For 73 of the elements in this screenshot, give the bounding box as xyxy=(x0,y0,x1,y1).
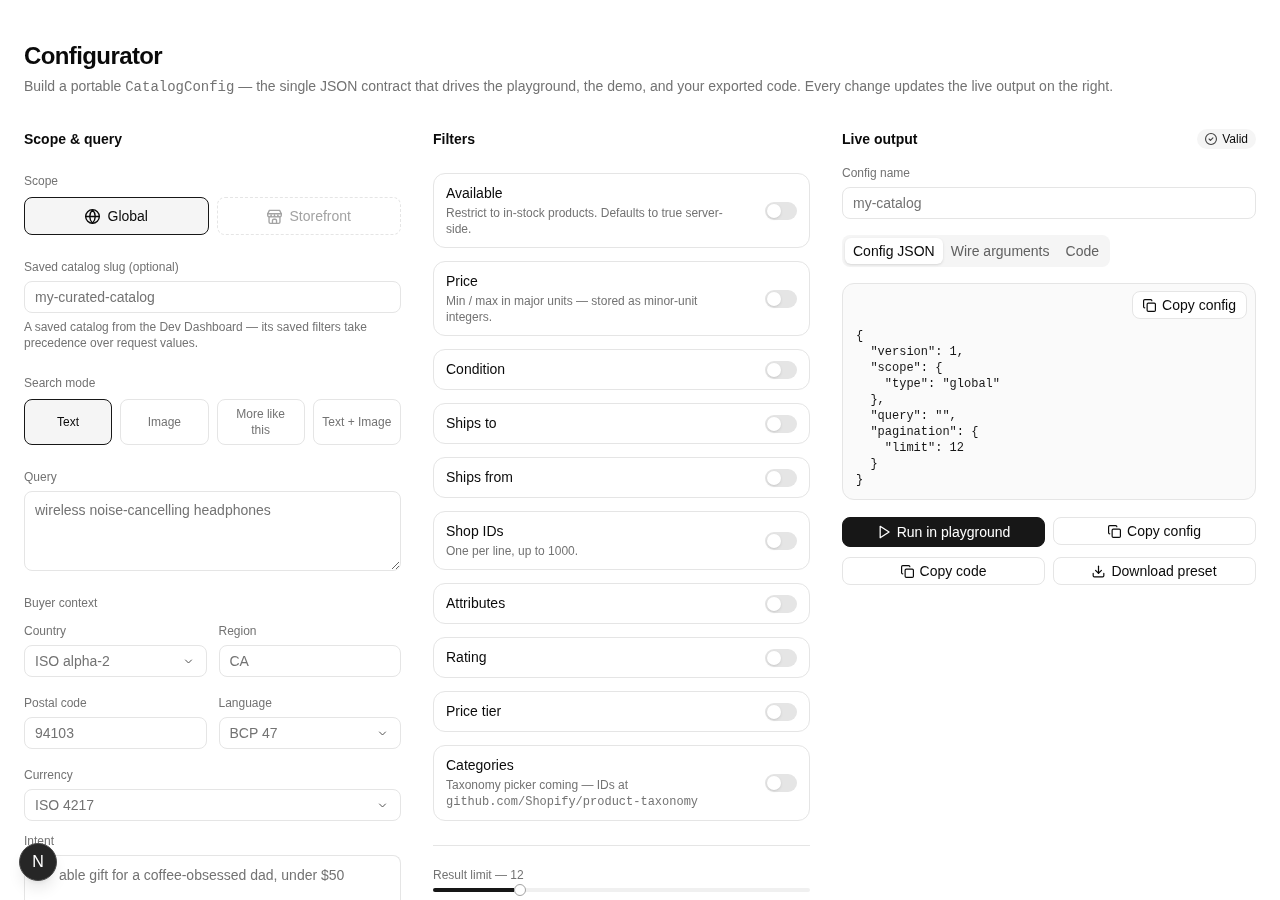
copy-button[interactable]: Copy config xyxy=(1132,291,1247,319)
field-label: Config name xyxy=(842,165,912,181)
filter-title: Condition xyxy=(446,360,506,379)
page-description: Build a portable CatalogConfig — the single JSON contract that drives the playground, the demo, and your exported code. Every change updates the live output on the right. xyxy=(24,77,1115,97)
copy-icon xyxy=(1108,524,1122,538)
toggle-switch[interactable] xyxy=(765,414,797,433)
scope-option[interactable]: Global xyxy=(24,197,209,235)
download-icon xyxy=(1092,564,1106,578)
field-label: Saved catalog slug (optional) xyxy=(24,259,180,275)
tab[interactable]: Code xyxy=(1057,238,1107,264)
filter-title: Available xyxy=(446,184,504,203)
filter-title: Attributes xyxy=(446,594,506,613)
field-label: Country xyxy=(24,623,68,639)
copy-icon xyxy=(900,564,914,578)
circle-check-icon xyxy=(1205,133,1218,145)
toggle-switch[interactable] xyxy=(765,468,797,487)
field-label: Region xyxy=(218,623,258,639)
tab[interactable]: Config JSON xyxy=(845,238,943,264)
toggle-switch[interactable] xyxy=(765,774,797,792)
field-label: Query xyxy=(24,469,58,485)
field-label: Postal code xyxy=(24,695,88,711)
tab[interactable]: Wire arguments xyxy=(942,238,1058,264)
filter-description: One per line, up to 1000. xyxy=(446,543,579,559)
filter-title: Price xyxy=(446,272,479,291)
field-label: Search mode xyxy=(24,375,97,391)
toggle-switch[interactable] xyxy=(765,648,797,667)
section-heading: Scope & query xyxy=(24,130,124,149)
help-text: A saved catalog from the Dev Dashboard — its saved filters take precedence over request values. xyxy=(24,319,368,351)
copy-button[interactable]: Copy code xyxy=(842,557,1045,585)
select-field[interactable]: ISO alpha-2 xyxy=(24,645,207,677)
download-button[interactable]: Download preset xyxy=(1053,557,1256,585)
page-title: Configurator xyxy=(24,41,164,71)
select-field[interactable]: BCP 47 xyxy=(218,717,401,749)
search-mode-option[interactable]: Text + Image xyxy=(312,399,401,445)
search-mode-option[interactable]: Text xyxy=(24,399,113,445)
section-heading: Filters xyxy=(433,130,476,149)
config-json-code: { "version": 1, "scope": { "type": "global" }, "query": "", "pagination": { "limit": 12 } } xyxy=(856,328,1002,488)
query-textarea[interactable]: wireless noise-cancelling headphones xyxy=(24,491,401,571)
group-label: Buyer context xyxy=(24,595,99,611)
field-label: Currency xyxy=(24,767,74,783)
section-heading: Live output xyxy=(842,130,918,149)
globe-icon xyxy=(84,208,100,224)
toggle-switch[interactable] xyxy=(765,702,797,721)
filter-title: Shop IDs xyxy=(446,522,505,541)
config-name-input[interactable]: my-catalog xyxy=(842,187,1256,219)
field-label: Scope xyxy=(24,173,60,189)
filter-title: Ships from xyxy=(446,468,513,487)
slug-input[interactable]: my-curated-catalog xyxy=(24,281,401,313)
filter-title: Rating xyxy=(446,648,487,667)
filter-description: Min / max in major units — stored as minor-unit integers. xyxy=(446,293,699,325)
toggle-switch[interactable] xyxy=(765,531,797,550)
select-field[interactable]: ISO 4217 xyxy=(24,789,401,821)
status-label: Valid xyxy=(1222,131,1248,147)
search-mode-option[interactable]: More like this xyxy=(216,399,305,445)
filter-description: Taxonomy picker coming — IDs at github.com/Shopify/product-taxonomy xyxy=(446,777,700,810)
run-button[interactable]: Run in playground xyxy=(842,517,1045,547)
filter-title: Categories xyxy=(446,756,515,775)
filter-description: Restrict to in-stock products. Defaults to true server-side. xyxy=(446,205,724,237)
toggle-switch[interactable] xyxy=(765,201,797,220)
toggle-switch[interactable] xyxy=(765,360,797,379)
search-mode-option[interactable]: Image xyxy=(120,399,209,445)
filter-title: Ships to xyxy=(446,414,497,433)
toggle-switch[interactable] xyxy=(765,594,797,613)
filter-title: Price tier xyxy=(446,702,502,721)
store-icon xyxy=(266,208,282,224)
field-label: Language xyxy=(218,695,273,711)
toggle-switch[interactable] xyxy=(765,289,797,308)
copy-icon xyxy=(1143,298,1157,312)
slider-thumb[interactable] xyxy=(513,884,526,896)
copy-button[interactable]: Copy config xyxy=(1053,517,1256,545)
slider-label: Result limit — 12 xyxy=(433,867,525,883)
text-input[interactable]: CA xyxy=(218,645,401,677)
text-input[interactable]: 94103 xyxy=(24,717,207,749)
